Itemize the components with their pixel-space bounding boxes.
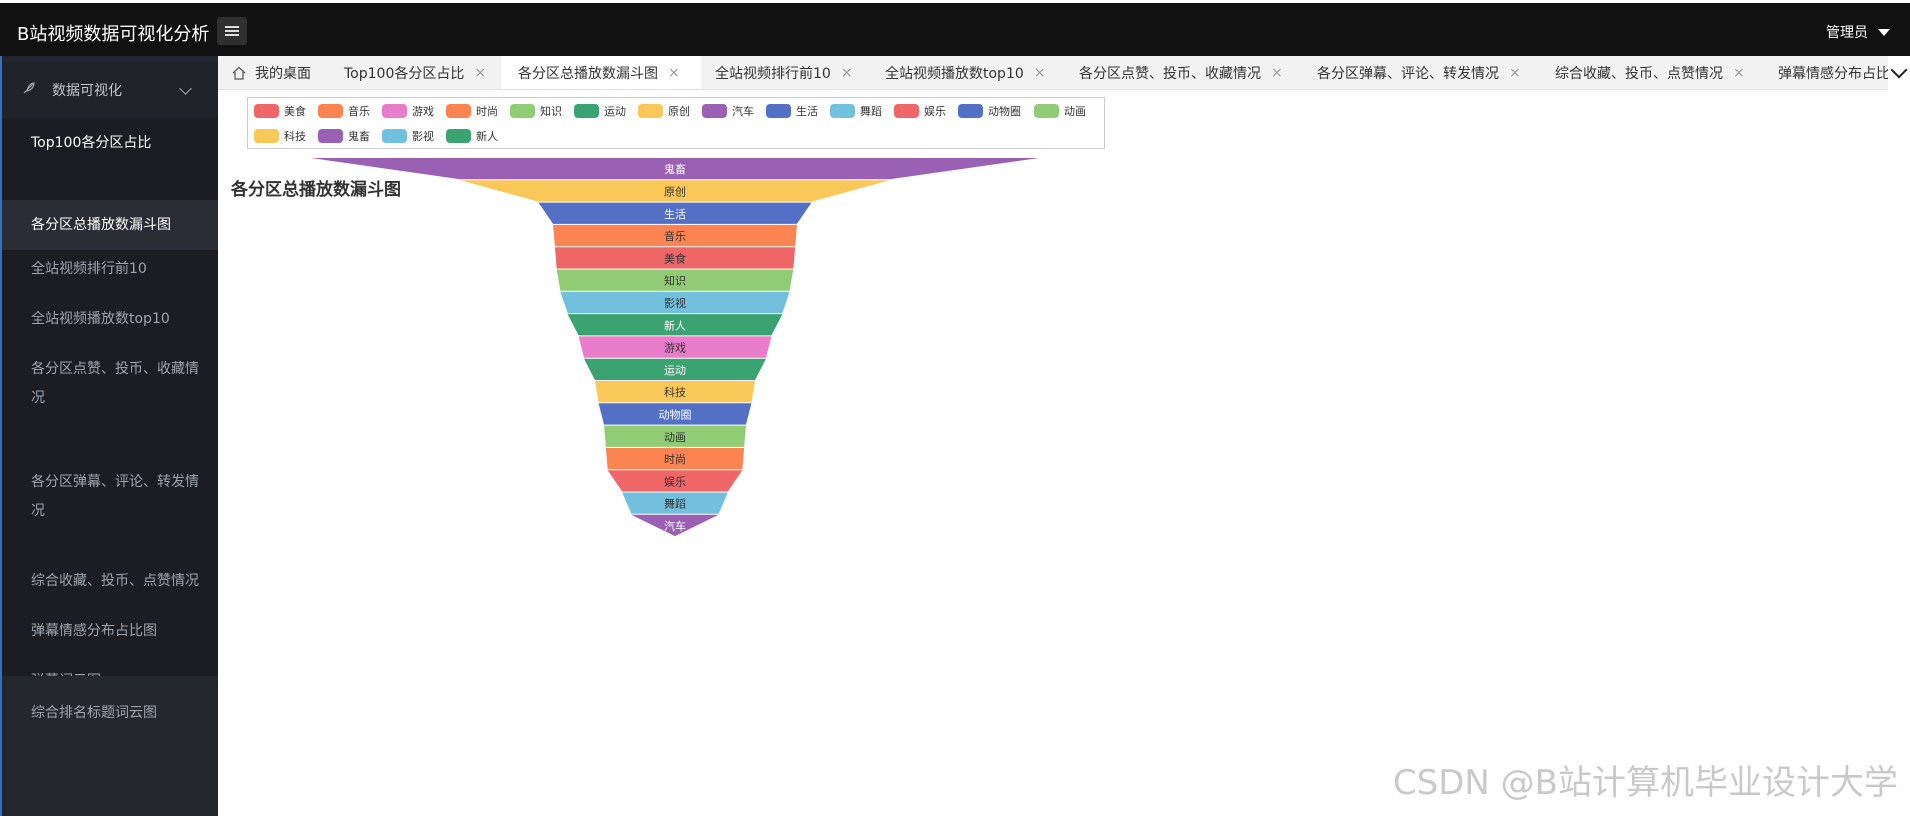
funnel-label: 科技 bbox=[664, 385, 686, 399]
funnel-label: 娱乐 bbox=[664, 474, 686, 488]
funnel-label: 汽车 bbox=[664, 519, 686, 533]
funnel-label: 运动 bbox=[664, 364, 686, 377]
funnel-label: 鬼畜 bbox=[664, 162, 686, 176]
funnel-label: 新人 bbox=[664, 318, 686, 332]
funnel-label: 影视 bbox=[664, 296, 686, 310]
funnel-label: 原创 bbox=[664, 185, 686, 198]
funnel-label: 时尚 bbox=[664, 452, 686, 466]
funnel-label: 动画 bbox=[664, 431, 686, 444]
funnel-label: 舞蹈 bbox=[664, 498, 686, 511]
funnel-label: 美食 bbox=[664, 251, 686, 265]
funnel-label: 游戏 bbox=[664, 342, 686, 355]
funnel-label: 动物圈 bbox=[659, 407, 692, 421]
funnel-label: 音乐 bbox=[664, 229, 686, 243]
funnel-label: 生活 bbox=[664, 207, 686, 221]
funnel-chart: 鬼畜原创生活音乐美食知识影视新人游戏运动科技动物圈动画时尚娱乐舞蹈汽车 bbox=[311, 158, 1039, 537]
funnel-label: 知识 bbox=[664, 274, 686, 288]
watermark: CSDN @B站计算机毕业设计大学 bbox=[1392, 763, 1898, 803]
